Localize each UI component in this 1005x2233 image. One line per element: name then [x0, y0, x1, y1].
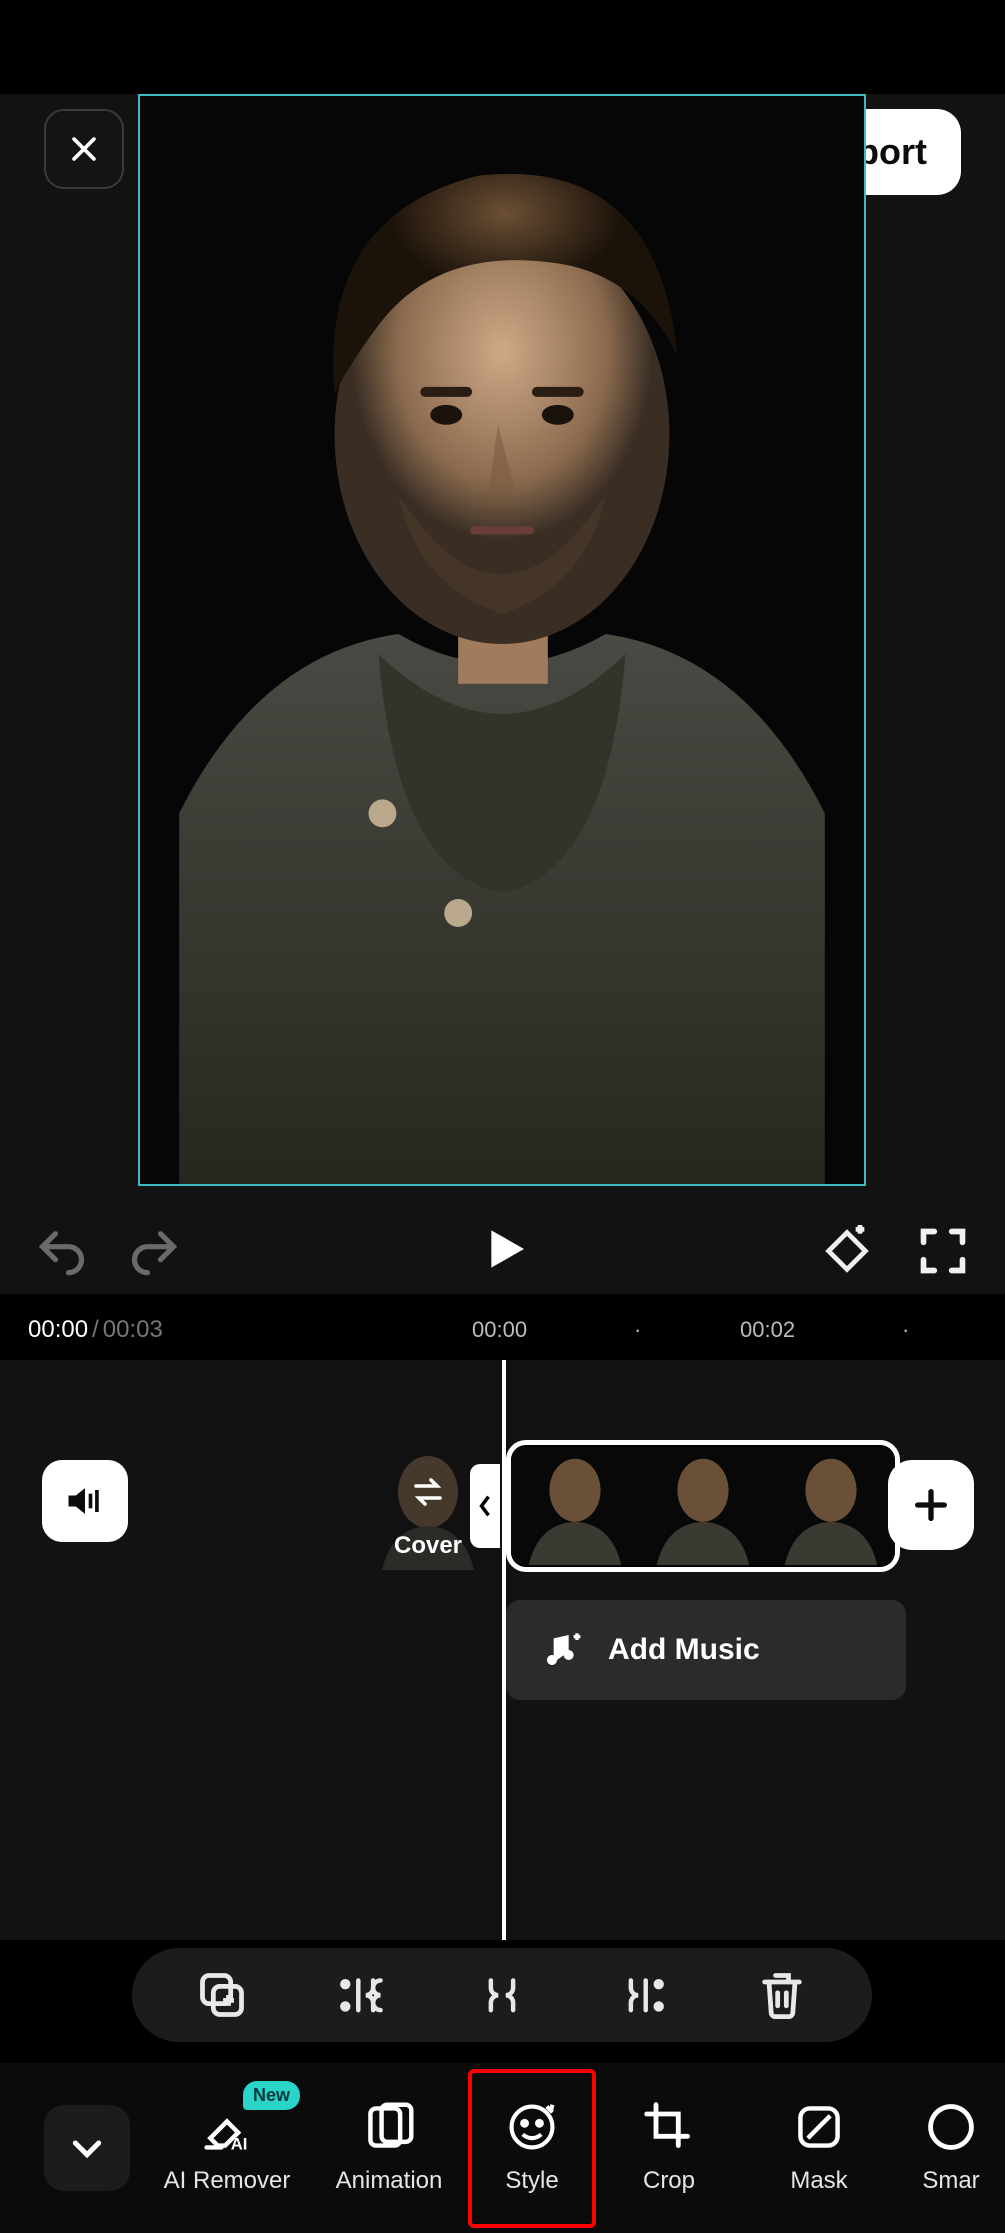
crop-icon	[643, 2101, 695, 2153]
tool-label: Animation	[336, 2167, 443, 2195]
mask-icon	[793, 2101, 845, 2153]
fullscreen-icon	[917, 1225, 969, 1277]
split-right-icon	[616, 1973, 668, 2018]
keyframe-icon	[821, 1225, 873, 1277]
current-time: 00:00	[28, 1316, 88, 1343]
duplicate-button[interactable]	[196, 1969, 248, 2021]
split-right-button[interactable]	[616, 1969, 668, 2021]
portrait-placeholder	[140, 96, 864, 1184]
timeline[interactable]: Cover 3.0s Add Music	[0, 1360, 1005, 1940]
play-icon	[475, 1221, 531, 1277]
tool-label: Style	[505, 2167, 558, 2195]
tool-smart-partial[interactable]: Smar	[894, 2071, 994, 2226]
add-clip-button[interactable]	[888, 1460, 974, 1550]
add-music-button[interactable]: Add Music	[506, 1600, 906, 1700]
music-plus-icon	[542, 1630, 582, 1670]
style-face-icon	[506, 2101, 558, 2153]
total-duration: 00:03	[103, 1316, 163, 1343]
time-display: 00:00/00:03	[28, 1316, 163, 1344]
split-icon	[476, 1973, 528, 2018]
tools-scroll[interactable]: New AI AI Remover Animation Style	[146, 2063, 1005, 2233]
keyframe-button[interactable]	[821, 1225, 873, 1277]
new-badge: New	[243, 2081, 300, 2110]
redo-icon	[128, 1225, 180, 1277]
add-music-label: Add Music	[608, 1633, 760, 1667]
plus-icon	[911, 1485, 951, 1525]
collapse-toolbar-button[interactable]	[44, 2105, 130, 2191]
preview-area: Export	[0, 94, 1005, 1294]
split-left-icon	[336, 1973, 388, 2018]
video-editor-screen: { "header": { "export_label": "Export" }…	[0, 0, 1005, 2233]
animation-icon	[363, 2101, 415, 2153]
ruler-mark-2: 00:02	[740, 1317, 795, 1343]
swap-icon	[410, 1474, 446, 1510]
trash-icon	[756, 1969, 808, 2021]
ruler-dot: ·	[634, 1317, 641, 1343]
tool-label: AI Remover	[164, 2167, 291, 2195]
close-icon	[67, 132, 101, 166]
status-bar-gap	[0, 0, 1005, 94]
speaker-icon	[63, 1479, 107, 1523]
close-button[interactable]	[44, 109, 124, 189]
tool-label: Smar	[922, 2167, 979, 2195]
clip-thumb-2	[639, 1445, 767, 1567]
chevron-down-icon	[67, 2128, 107, 2168]
duplicate-icon	[196, 1969, 248, 2021]
video-clip[interactable]: 3.0s	[506, 1440, 900, 1572]
partial-circle-icon	[925, 2101, 977, 2153]
fullscreen-button[interactable]	[917, 1225, 969, 1277]
timecode-ruler: 00:00/00:03 00:00 · 00:02 ·	[0, 1310, 1005, 1350]
ruler-dot: ·	[902, 1317, 909, 1343]
redo-button[interactable]	[128, 1225, 180, 1277]
bottom-toolbar: New AI AI Remover Animation Style	[0, 2063, 1005, 2233]
tool-ai-remover[interactable]: New AI AI Remover	[146, 2071, 308, 2226]
tool-label: Crop	[643, 2167, 695, 2195]
play-button[interactable]	[475, 1221, 531, 1282]
video-preview[interactable]	[138, 94, 866, 1186]
ruler-mark-0: 00:00	[472, 1317, 527, 1343]
split-left-button[interactable]	[336, 1969, 388, 2021]
tool-crop[interactable]: Crop	[594, 2071, 744, 2226]
delete-button[interactable]	[756, 1969, 808, 2021]
svg-text:AI: AI	[231, 2134, 248, 2153]
tool-mask[interactable]: Mask	[744, 2071, 894, 2226]
playback-controls	[0, 1208, 1005, 1294]
clip-left-handle[interactable]	[470, 1464, 500, 1548]
clip-thumb-1	[511, 1445, 639, 1567]
mute-button[interactable]	[42, 1460, 128, 1542]
clip-thumb-3	[767, 1445, 895, 1567]
chevron-left-icon	[477, 1492, 493, 1520]
undo-icon	[36, 1225, 88, 1277]
cover-label: Cover	[394, 1532, 462, 1560]
tool-animation[interactable]: Animation	[308, 2071, 470, 2226]
tool-style[interactable]: Style	[470, 2071, 594, 2226]
clip-actions-bar	[132, 1948, 872, 2042]
undo-button[interactable]	[36, 1225, 88, 1277]
split-button[interactable]	[476, 1969, 528, 2021]
tool-label: Mask	[790, 2167, 847, 2195]
